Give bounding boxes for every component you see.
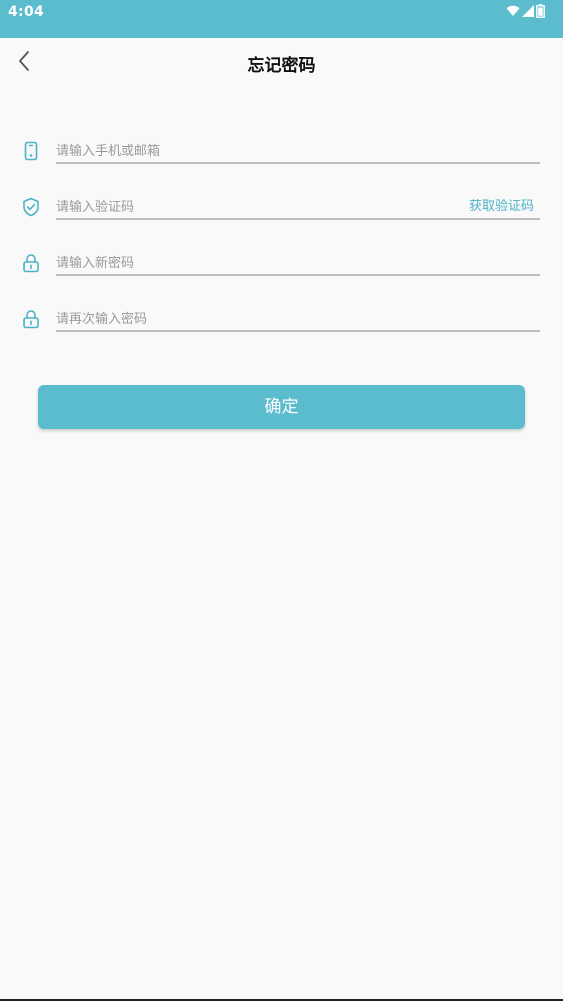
verification-code-row: 获取验证码 [0,196,563,237]
battery-icon [536,4,545,18]
signal-icon [522,5,534,17]
page-title: 忘记密码 [247,56,316,76]
wifi-icon [506,5,520,17]
get-code-button[interactable]: 获取验证码 [469,197,534,217]
new-password-input[interactable] [56,252,540,276]
phone-icon [21,141,41,161]
lock-icon [21,253,41,273]
confirm-password-input[interactable] [56,308,540,332]
new-password-row [0,252,563,293]
phone-email-row [0,140,563,181]
shield-check-icon [21,197,41,217]
verification-code-input[interactable] [56,196,540,220]
status-icons [506,4,545,18]
status-time: 4:04 [8,4,45,20]
status-bar: 4:04 [0,0,563,38]
title-bar: 忘记密码 [0,38,563,84]
confirm-password-row [0,308,563,349]
confirm-button[interactable]: 确定 [38,385,525,429]
phone-email-input[interactable] [56,140,540,164]
lock-icon [21,309,41,329]
